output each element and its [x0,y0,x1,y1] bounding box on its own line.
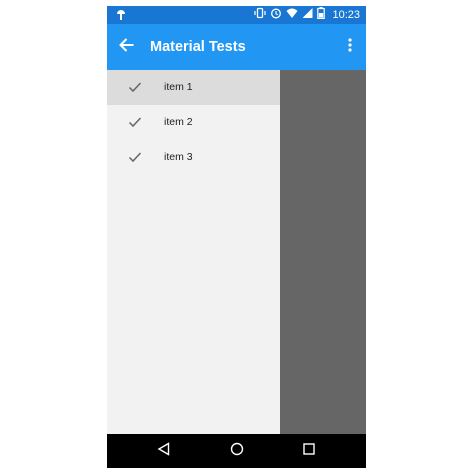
status-icons: 10:23 [254,6,360,24]
drawer-scrim[interactable] [280,70,366,434]
check-icon [128,150,142,164]
phone-screen: 10:23 Material Tests item 1 item 2 item … [107,6,366,468]
check-icon [128,80,142,94]
drawer-item-2[interactable]: item 2 [107,105,280,140]
drawer-item-label: item 1 [164,81,193,93]
nav-back-button[interactable] [154,441,174,461]
nav-home-button[interactable] [227,441,247,461]
wifi-icon [286,6,298,24]
app-title: Material Tests [150,39,246,55]
drawer-item-label: item 2 [164,116,193,128]
overflow-menu-button[interactable] [342,35,358,59]
drawer-item-label: item 3 [164,151,193,163]
back-triangle-icon [157,441,171,461]
battery-icon [317,6,326,24]
navigation-drawer: item 1 item 2 item 3 [107,70,280,434]
vibrate-icon [254,6,267,24]
more-vert-icon [348,37,352,58]
arrow-left-icon [118,36,136,59]
android-debug-icon [114,8,128,22]
drawer-item-1[interactable]: item 1 [107,70,280,105]
drawer-item-3[interactable]: item 3 [107,140,280,175]
back-button[interactable] [115,35,139,59]
status-time: 10:23 [332,9,360,21]
status-bar: 10:23 [107,6,366,24]
home-circle-icon [230,442,244,461]
alarm-icon [270,6,282,24]
check-icon [128,115,142,129]
nav-recents-button[interactable] [299,441,319,461]
signal-icon [302,6,313,24]
recents-square-icon [302,442,316,461]
app-bar: Material Tests [107,24,366,70]
system-nav-bar [107,434,366,468]
